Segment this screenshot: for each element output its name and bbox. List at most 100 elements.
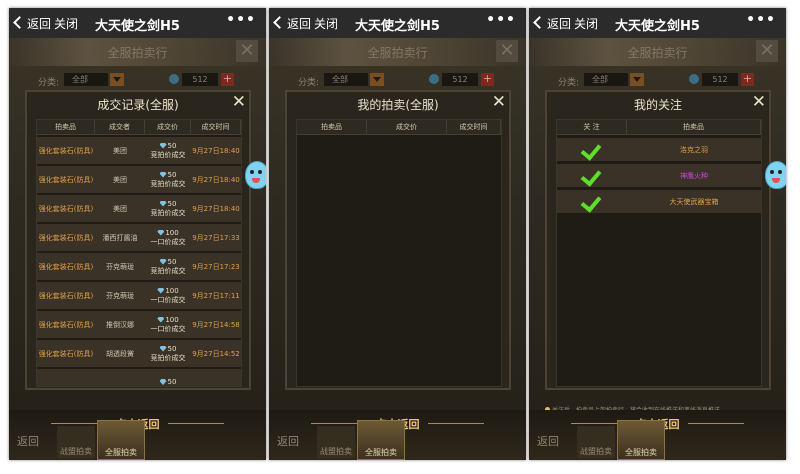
- cell-price: 50 竞拍价成交: [145, 200, 191, 218]
- table-row[interactable]: 强化套装石(防具) 美团 50 竞拍价成交 9月27日18:40: [37, 195, 241, 222]
- price-value: 50: [167, 141, 177, 150]
- cell-item: 强化套装石(防具): [38, 204, 94, 213]
- table-row[interactable]: 强化套装石(防具) 芬克萌珑 100 一口价成交 9月27日17:11: [37, 282, 241, 309]
- phone-screen-my-watchlist: 返回 关闭 大天使之剑H5 ••• 全服拍卖行 ✕ 分类: 全部 512 + 我…: [529, 8, 786, 460]
- cell-follow[interactable]: [557, 164, 627, 187]
- more-menu-button[interactable]: •••: [226, 12, 256, 28]
- dropdown-arrow-icon[interactable]: [630, 73, 644, 86]
- price-value: 50: [167, 257, 177, 266]
- mascot-icon[interactable]: [245, 161, 266, 189]
- cell-time: 9月27日18:40: [192, 175, 240, 184]
- tab-alliance-auction[interactable]: 战盟拍卖: [577, 426, 615, 458]
- more-menu-button[interactable]: •••: [486, 12, 516, 28]
- dropdown-arrow-icon[interactable]: [370, 73, 384, 86]
- cell-buyer: 美团: [113, 204, 127, 213]
- category-select[interactable]: 全部: [584, 73, 628, 86]
- tab-server-auction[interactable]: 全服拍卖: [357, 420, 405, 460]
- category-select[interactable]: 全部: [324, 73, 368, 86]
- tab-label: 全服拍卖: [365, 448, 397, 457]
- table-row[interactable]: 50: [37, 369, 241, 386]
- filter-label: 分类:: [558, 78, 580, 88]
- watchlist-modal: 我的关注 ✕ 关 注 拍卖品 洛克之羽神鹰火种大天使武器宝箱: [545, 90, 771, 390]
- records-table[interactable]: 拍卖品 成交者 成交价 成交时间 强化套装石(防具) 美团 50 竞拍价成交 9月27日…: [36, 119, 242, 387]
- phone-screen-my-auctions: 返回 关闭 大天使之剑H5 ••• 全服拍卖行 ✕ 分类: 全部 512 + 我…: [269, 8, 526, 460]
- tab-alliance-auction[interactable]: 战盟拍卖: [57, 426, 95, 458]
- cell-price: 50 竞拍价成交: [145, 345, 191, 363]
- banner-close-button[interactable]: ✕: [756, 40, 778, 62]
- cell-price: 100 一口价成交: [145, 287, 191, 305]
- tab-server-auction[interactable]: 全服拍卖: [97, 420, 145, 460]
- auction-banner: 全服拍卖行 ✕: [269, 38, 526, 66]
- cell-time: 9月27日17:23: [192, 262, 240, 271]
- my-auctions-table[interactable]: 拍卖品 成交价 成交时间: [296, 119, 502, 387]
- cell-buyer: 胡透段黉: [106, 349, 134, 358]
- diamond-icon: [157, 287, 165, 294]
- tab-label: 全服拍卖: [105, 448, 137, 457]
- table-row[interactable]: 洛克之羽: [557, 138, 761, 161]
- more-menu-button[interactable]: •••: [746, 12, 776, 28]
- cell-follow[interactable]: [557, 138, 627, 161]
- tab-label: 战盟拍卖: [60, 447, 92, 456]
- filter-bar: 分类: 全部 512 +: [529, 71, 786, 89]
- modal-title: 我的拍卖(全服): [357, 98, 439, 112]
- diamond-icon: [159, 258, 167, 265]
- table-row[interactable]: 强化套装石(防具) 潘西打酱油 100 一口价成交 9月27日17:33: [37, 224, 241, 251]
- dropdown-arrow-icon[interactable]: [110, 73, 124, 86]
- cell-price: 50 竞拍价成交: [145, 258, 191, 276]
- checkmark-icon[interactable]: [580, 165, 602, 187]
- table-row[interactable]: 强化套装石(防具) 美团 50 竞拍价成交 9月27日18:40: [37, 137, 241, 164]
- cell-item: 强化套装石(防具): [38, 175, 94, 184]
- add-currency-button[interactable]: +: [221, 73, 234, 86]
- game-area: 全服拍卖行 ✕ 分类: 全部 512 + 我的拍卖(全服) ✕ 拍卖品 成交价 …: [269, 38, 526, 460]
- banner-close-button[interactable]: ✕: [236, 40, 258, 62]
- modal-close-button[interactable]: ✕: [492, 92, 506, 112]
- filter-label: 分类:: [38, 78, 60, 88]
- bottom-back-button[interactable]: 返回: [537, 433, 559, 449]
- filter-bar: 分类: 全部 512 +: [9, 71, 266, 89]
- header-time: 成交时间: [447, 120, 501, 134]
- table-header: 拍卖品 成交者 成交价 成交时间: [37, 120, 241, 135]
- header-follow: 关 注: [557, 120, 627, 134]
- cell-item: 强化套装石(防具): [38, 349, 94, 358]
- header-buyer: 成交者: [95, 120, 145, 134]
- bottom-back-button[interactable]: 返回: [17, 433, 39, 449]
- table-row[interactable]: 强化套装石(防具) 美团 50 竞拍价成交 9月27日18:40: [37, 166, 241, 193]
- diamond-icon: [169, 74, 179, 84]
- table-row[interactable]: 强化套装石(防具) 芬克萌珑 50 竞拍价成交 9月27日17:23: [37, 253, 241, 280]
- header-time: 成交时间: [191, 120, 241, 134]
- mascot-icon[interactable]: [765, 161, 786, 189]
- table-row[interactable]: 神鹰火种: [557, 164, 761, 187]
- cell-time: 9月27日18:40: [192, 204, 240, 213]
- tab-label: 战盟拍卖: [580, 447, 612, 456]
- checkmark-icon[interactable]: [580, 139, 602, 161]
- banner-close-button[interactable]: ✕: [496, 40, 518, 62]
- category-select[interactable]: 全部: [64, 73, 108, 86]
- game-area: 全服拍卖行 ✕ 分类: 全部 512 + 成交记录(全服) ✕ 拍卖品 成交者 …: [9, 38, 266, 460]
- currency-count: 512: [442, 73, 478, 86]
- cell-time: 9月27日17:11: [192, 291, 240, 300]
- watch-body: 洛克之羽神鹰火种大天使武器宝箱: [557, 138, 761, 213]
- table-row[interactable]: 强化套装石(防具) 推倒汉娜 100 一口价成交 9月27日14:58: [37, 311, 241, 338]
- modal-title: 成交记录(全服): [97, 98, 179, 112]
- table-row[interactable]: 大天使武器宝箱: [557, 190, 761, 213]
- records-body: 强化套装石(防具) 美团 50 竞拍价成交 9月27日18:40 强化套装石(防具) 美团 5…: [37, 137, 241, 386]
- table-row[interactable]: 强化套装石(防具) 胡透段黉 50 竞拍价成交 9月27日14:52: [37, 340, 241, 367]
- add-currency-button[interactable]: +: [741, 73, 754, 86]
- bottom-back-button[interactable]: 返回: [277, 433, 299, 449]
- header-item: 拍卖品: [627, 120, 761, 134]
- wechat-header: 返回 关闭 大天使之剑H5 •••: [9, 8, 266, 38]
- tab-label: 全服拍卖: [625, 448, 657, 457]
- checkmark-icon[interactable]: [580, 191, 602, 213]
- cell-time: 9月27日14:58: [192, 320, 240, 329]
- watchlist-table[interactable]: 关 注 拍卖品 洛克之羽神鹰火种大天使武器宝箱: [556, 119, 762, 387]
- modal-title: 我的关注: [633, 98, 682, 112]
- add-currency-button[interactable]: +: [481, 73, 494, 86]
- cell-follow[interactable]: [557, 190, 627, 213]
- tab-alliance-auction[interactable]: 战盟拍卖: [317, 426, 355, 458]
- modal-close-button[interactable]: ✕: [752, 92, 766, 112]
- cell-item: 强化套装石(防具): [38, 262, 94, 271]
- tab-server-auction[interactable]: 全服拍卖: [617, 420, 665, 460]
- modal-close-button[interactable]: ✕: [232, 92, 246, 112]
- cell-price: 50 竞拍价成交: [145, 142, 191, 160]
- cell-time: 9月27日17:33: [192, 233, 240, 242]
